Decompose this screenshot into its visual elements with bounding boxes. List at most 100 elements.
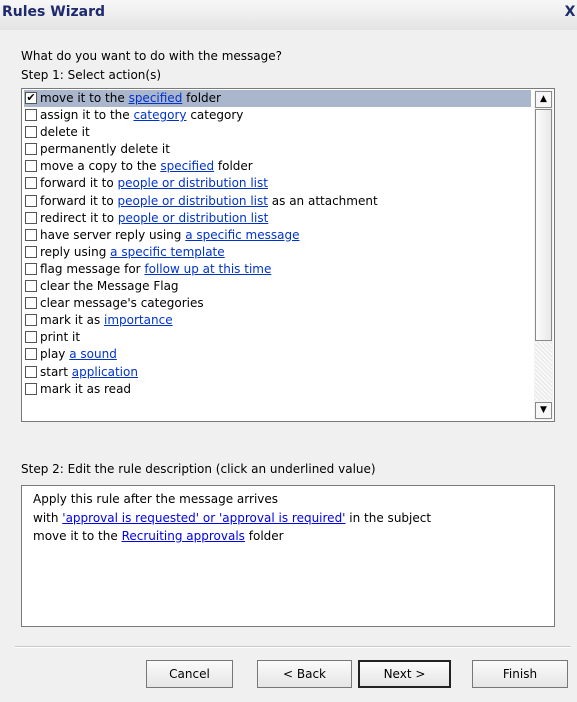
scrollbar-track[interactable] [535,342,552,400]
action-checkbox[interactable] [25,228,37,241]
value-link[interactable]: importance [104,313,173,327]
text-segment: forward it to [40,193,118,208]
prompt-text: What do you want to do with the message? [21,49,282,63]
rule-description-box: Apply this rule after the message arrive… [21,485,555,627]
text-segment: have server reply using [40,227,186,242]
action-checkbox[interactable] [25,297,37,310]
text-segment: permanently delete it [40,142,170,157]
value-link[interactable]: specified [129,91,183,105]
next-button[interactable]: Next > [358,660,451,688]
action-item[interactable]: start application [24,364,531,381]
value-link[interactable]: people or distribution list [118,211,268,225]
value-link[interactable]: a specific template [110,245,225,259]
text-segment: mark it as read [40,381,132,396]
text-segment: play [40,347,70,362]
description-line: with 'approval is requested' or 'approva… [33,509,543,528]
title-bar: Rules Wizard X [0,0,577,30]
window-title: Rules Wizard [2,4,106,20]
text-segment: clear the Message Flag [40,279,179,294]
text-segment: delete it [40,125,90,140]
value-link[interactable]: Recruiting approvals [122,529,245,543]
action-item[interactable]: reply using a specific template [24,244,531,261]
text-segment: reply using [40,244,111,259]
action-item[interactable]: delete it [24,124,531,141]
button-separator [15,646,571,648]
value-link[interactable]: category [133,108,186,122]
text-segment: Apply this rule after the message arrive… [33,492,279,506]
scroll-down-arrow-icon[interactable]: ▼ [535,402,552,419]
action-item[interactable]: play a sound [24,346,531,363]
value-link[interactable]: a sound [69,347,117,361]
value-link[interactable]: specified [160,159,214,173]
action-checkbox[interactable] [25,245,37,258]
text-segment: assign it to the [40,108,134,123]
action-checkbox[interactable]: ✔ [25,92,37,104]
action-checkbox[interactable] [25,126,37,139]
actions-scrollbar[interactable]: ▲ ▼ [534,90,553,420]
text-segment: flag message for [40,261,145,276]
rules-wizard-dialog: What do you want to do with the message?… [0,30,577,702]
checkmark-icon: ✔ [26,91,36,104]
text-segment: folder [214,159,253,174]
text-segment: move a copy to the [40,159,161,174]
actions-list: ✔ move it to the specified folder assign i… [24,90,531,398]
action-checkbox[interactable] [25,177,37,190]
description-line: move it to the Recruiting approvals fold… [33,527,543,546]
action-checkbox[interactable] [25,160,37,173]
back-button[interactable]: < Back [257,660,352,688]
text-segment: redirect it to [40,210,118,225]
step2-label: Step 2: Edit the rule description (click… [21,462,376,476]
text-segment: with [33,510,63,525]
step1-label: Step 1: Select action(s) [21,68,162,82]
action-checkbox[interactable] [25,194,37,207]
action-item[interactable]: permanently delete it [24,141,531,158]
text-segment: folder [182,91,221,105]
action-item[interactable]: redirect it to people or distribution li… [24,210,531,227]
close-icon[interactable]: X [563,4,577,22]
cancel-button[interactable]: Cancel [146,660,233,688]
finish-button[interactable]: Finish [472,660,568,688]
action-checkbox[interactable] [25,211,37,224]
description-line: Apply this rule after the message arrive… [33,490,543,509]
action-item[interactable]: print it [24,329,531,346]
text-segment: print it [40,330,81,345]
scrollbar-thumb[interactable] [535,109,552,341]
text-segment: mark it as [40,313,105,328]
actions-listbox[interactable]: ✔ move it to the specified folder assign i… [21,88,555,422]
text-segment: forward it to [40,176,118,191]
text-segment: move it to the [33,529,122,543]
text-segment: clear message's categories [40,296,204,311]
value-link[interactable]: follow up at this time [144,262,271,276]
action-checkbox[interactable] [25,280,37,293]
action-checkbox[interactable] [25,348,37,361]
action-item[interactable]: forward it to people or distribution lis… [24,193,531,210]
action-item[interactable]: flag message for follow up at this time [24,261,531,278]
text-segment: as an attachment [267,193,378,208]
action-item[interactable]: ✔ move it to the specified folder [24,90,531,108]
action-item[interactable]: clear message's categories [24,295,531,312]
action-checkbox[interactable] [25,109,37,122]
action-item[interactable]: clear the Message Flag [24,278,531,295]
action-item[interactable]: move a copy to the specified folder [24,158,531,175]
value-link[interactable]: application [72,365,138,379]
action-checkbox[interactable] [25,262,37,275]
text-segment: folder [244,529,284,543]
text-segment: move it to the [40,91,129,105]
scroll-up-arrow-icon[interactable]: ▲ [535,91,552,108]
action-item[interactable]: forward it to people or distribution lis… [24,175,531,192]
action-item[interactable]: mark it as importance [24,312,531,329]
text-segment: start [40,364,72,379]
action-item[interactable]: assign it to the category category [24,107,531,124]
value-link[interactable]: people or distribution list [118,176,268,190]
action-checkbox[interactable] [25,331,37,344]
value-link[interactable]: a specific message [185,228,299,242]
action-item[interactable]: have server reply using a specific messa… [24,227,531,244]
value-link[interactable]: people or distribution list [118,194,268,208]
text-segment: category [186,108,244,123]
value-link[interactable]: 'approval is requested' or 'approval is … [62,511,345,525]
action-checkbox[interactable] [25,314,37,327]
action-item[interactable]: mark it as read [24,381,531,398]
action-checkbox[interactable] [25,382,37,395]
action-checkbox[interactable] [25,365,37,378]
action-checkbox[interactable] [25,143,37,156]
